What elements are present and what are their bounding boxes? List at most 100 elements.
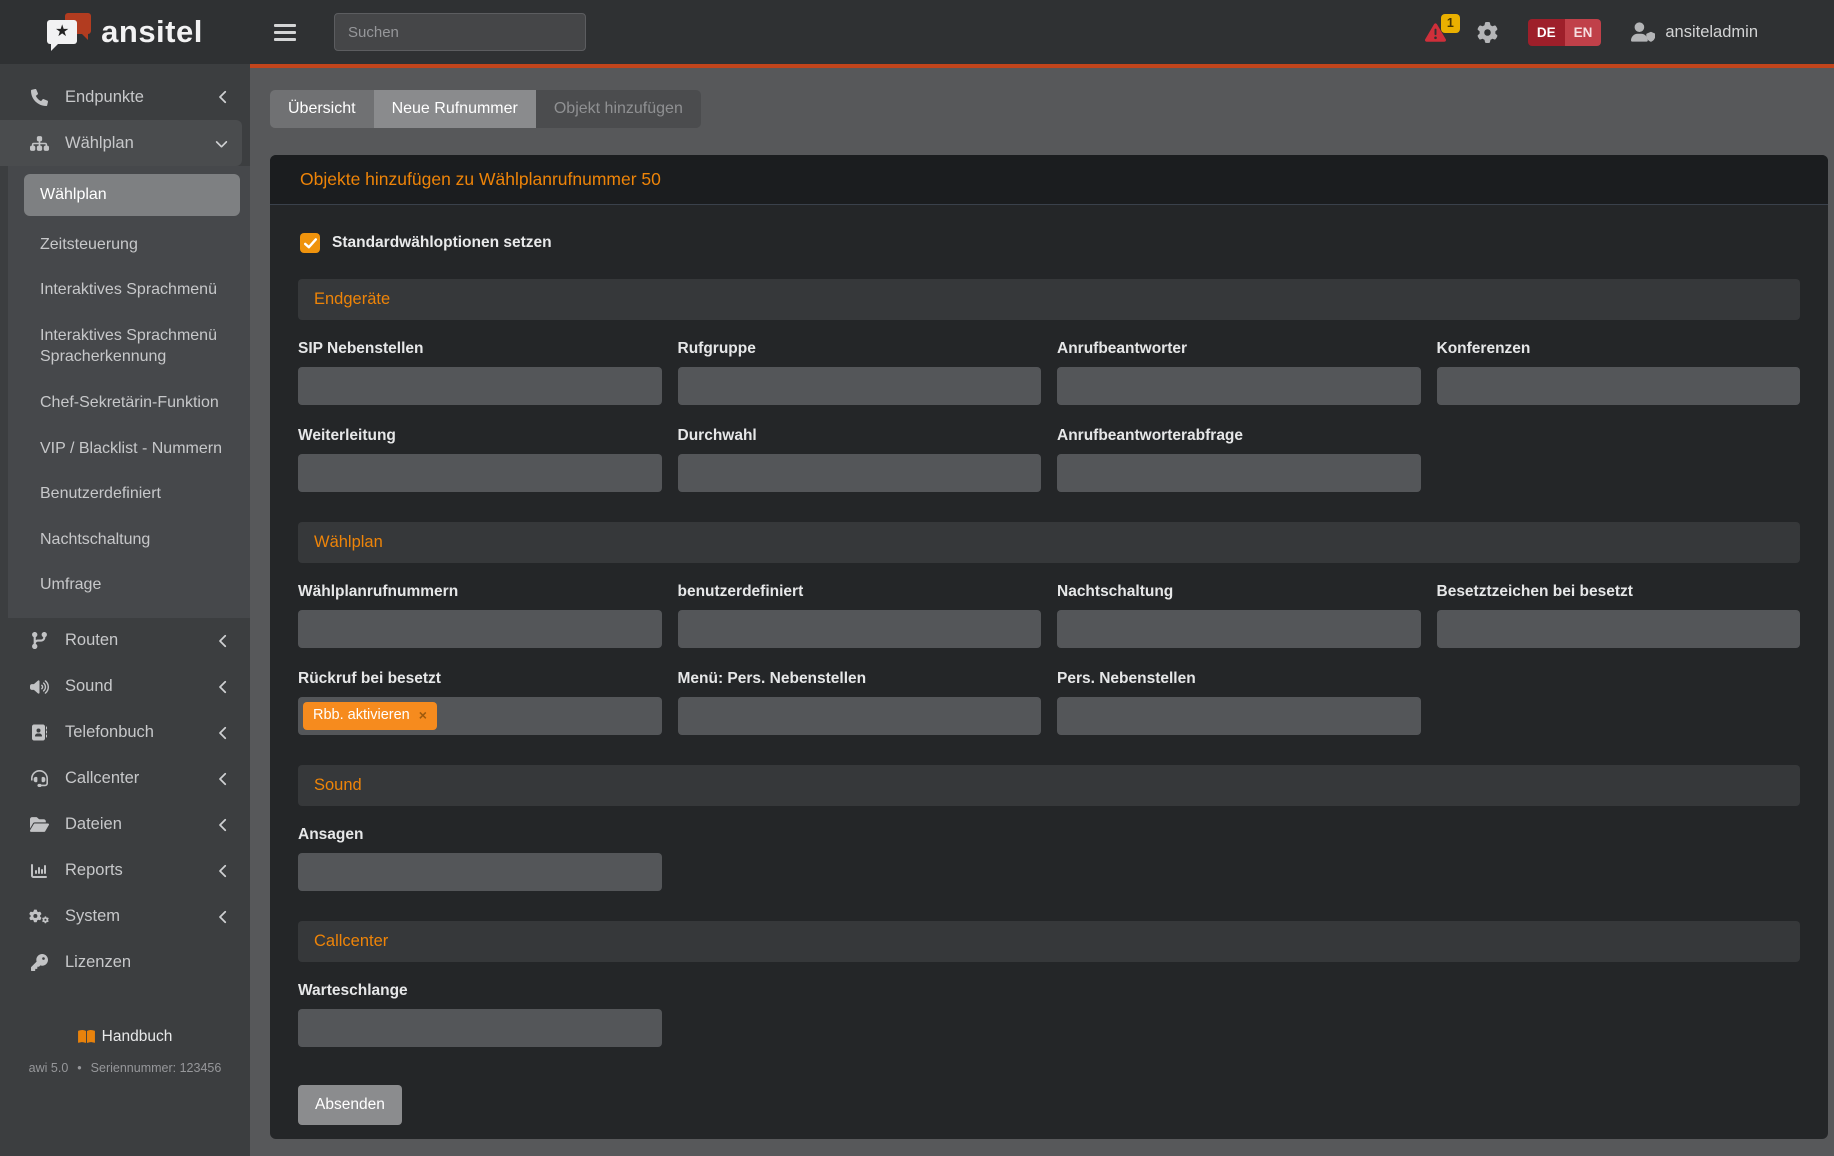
rueckruf-bei-besetzt-input[interactable]: Rbb. aktivieren × [298, 697, 662, 735]
submenu-item-vip-blacklist[interactable]: VIP / Blacklist - Nummern [8, 426, 250, 472]
sidebar-item-label: Callcenter [65, 769, 139, 788]
brand-name: ansitel [101, 14, 203, 50]
ansagen-input[interactable] [298, 853, 662, 891]
section-title-waehlplan: Wählplan [298, 522, 1800, 563]
sidebar-item-sound[interactable]: Sound [0, 664, 250, 710]
sidebar-item-lizenzen[interactable]: Lizenzen [0, 940, 250, 986]
nachtschaltung-input[interactable] [1057, 610, 1421, 648]
accent-divider [250, 64, 1834, 68]
benutzerdefiniert-input[interactable] [678, 610, 1042, 648]
submenu-item-benutzerdefiniert[interactable]: Benutzerdefiniert [8, 471, 250, 517]
sidebar-item-callcenter[interactable]: Callcenter [0, 756, 250, 802]
sidebar-item-waehlplan[interactable]: Wählplan [0, 120, 242, 166]
field-label: Anrufbeantworterabfrage [1057, 427, 1421, 445]
main-content: Übersicht Neue Rufnummer Objekt hinzufüg… [250, 68, 1834, 1156]
anrufbeantworterabfrage-input[interactable] [1057, 454, 1421, 492]
durchwahl-input[interactable] [678, 454, 1042, 492]
sidebar-item-endpunkte[interactable]: Endpunkte [0, 74, 250, 120]
field-label: Wählplanrufnummern [298, 583, 662, 601]
sidebar-item-label: Wählplan [65, 134, 134, 153]
field-label: Warteschlange [298, 982, 662, 1000]
phone-icon [28, 89, 50, 106]
anrufbeantworter-input[interactable] [1057, 367, 1421, 405]
tag-label: Rbb. aktivieren [313, 708, 410, 724]
sidebar-item-label: System [65, 907, 120, 926]
sidebar-item-routen[interactable]: Routen [0, 618, 250, 664]
tab-objekt-hinzufuegen[interactable]: Objekt hinzufügen [536, 90, 701, 128]
sidebar-item-label: Reports [65, 861, 123, 880]
gear-icon[interactable] [1477, 22, 1498, 43]
chevron-left-icon [219, 726, 228, 740]
weiterleitung-input[interactable] [298, 454, 662, 492]
selected-option-tag: Rbb. aktivieren × [303, 702, 437, 730]
lang-en-button[interactable]: EN [1565, 19, 1602, 46]
tab-uebersicht[interactable]: Übersicht [270, 90, 374, 128]
folder-open-icon [28, 816, 50, 833]
submenu-item-ivr-spracherkennung[interactable]: Interaktives Sprachmenü Spracherkennung [8, 313, 250, 380]
speaker-icon [28, 679, 50, 695]
sidebar-item-label: Endpunkte [65, 88, 144, 107]
absenden-button[interactable]: Absenden [298, 1085, 402, 1125]
section-title-sound: Sound [298, 765, 1800, 806]
form-panel: Objekte hinzufügen zu Wählplanrufnummer … [270, 155, 1828, 1139]
besetztzeichen-input[interactable] [1437, 610, 1801, 648]
chat-bubbles-star-icon: ★ [47, 11, 93, 53]
sidebar-item-system[interactable]: System [0, 894, 250, 940]
star-icon: ★ [55, 24, 69, 40]
bar-chart-icon [28, 863, 50, 879]
language-switch: DE EN [1528, 19, 1602, 46]
key-icon [28, 954, 50, 971]
tag-remove-icon[interactable]: × [419, 708, 427, 723]
alerts-button[interactable]: 1 [1424, 22, 1447, 43]
field-label: SIP Nebenstellen [298, 340, 662, 358]
warteschlange-input[interactable] [298, 1009, 662, 1047]
chevron-left-icon [219, 772, 228, 786]
submenu-item-zeitsteuerung[interactable]: Zeitsteuerung [8, 222, 250, 268]
search-input[interactable] [334, 13, 586, 51]
sidebar-footer: Handbuch awi 5.0 • Seriennummer: 123456 [0, 1028, 250, 1076]
chevron-left-icon [219, 864, 228, 878]
section-title-callcenter: Callcenter [298, 921, 1800, 962]
waehlplanrufnummern-input[interactable] [298, 610, 662, 648]
section-title-endgeraete: Endgeräte [298, 279, 1800, 320]
separator-dot: • [77, 1061, 81, 1075]
handbuch-label: Handbuch [102, 1028, 173, 1046]
panel-title: Objekte hinzufügen zu Wählplanrufnummer … [270, 155, 1828, 205]
version-label: awi 5.0 [29, 1061, 69, 1075]
submenu-item-umfrage[interactable]: Umfrage [8, 562, 250, 608]
brand-logo[interactable]: ★ ansitel [0, 11, 250, 53]
handbuch-link[interactable]: Handbuch [78, 1028, 173, 1046]
rufgruppe-input[interactable] [678, 367, 1042, 405]
field-label: Besetztzeichen bei besetzt [1437, 583, 1801, 601]
submenu-item-waehlplan[interactable]: Wählplan [24, 174, 240, 216]
sidebar-item-dateien[interactable]: Dateien [0, 802, 250, 848]
sidebar-item-reports[interactable]: Reports [0, 848, 250, 894]
lang-de-button[interactable]: DE [1528, 19, 1565, 46]
submenu-item-ivr[interactable]: Interaktives Sprachmenü [8, 267, 250, 313]
submenu-item-chef-sekretaerin[interactable]: Chef-Sekretärin-Funktion [8, 380, 250, 426]
field-label: Rückruf bei besetzt [298, 670, 662, 688]
sidebar-item-label: Sound [65, 677, 113, 696]
field-label: Durchwahl [678, 427, 1042, 445]
field-label: Menü: Pers. Nebenstellen [678, 670, 1042, 688]
hamburger-icon[interactable] [274, 20, 296, 45]
field-label: Pers. Nebenstellen [1057, 670, 1421, 688]
standard-options-checkbox[interactable] [300, 233, 320, 253]
field-label: Konferenzen [1437, 340, 1801, 358]
chevron-left-icon [219, 680, 228, 694]
sidebar-item-label: Dateien [65, 815, 122, 834]
sidebar-item-label: Lizenzen [65, 953, 131, 972]
sidebar-item-telefonbuch[interactable]: Telefonbuch [0, 710, 250, 756]
tab-bar: Übersicht Neue Rufnummer Objekt hinzufüg… [270, 90, 701, 128]
chevron-left-icon [219, 90, 228, 104]
check-icon [304, 238, 317, 249]
user-menu[interactable]: ansiteladmin [1631, 22, 1758, 42]
field-label: Nachtschaltung [1057, 583, 1421, 601]
konferenzen-input[interactable] [1437, 367, 1801, 405]
book-icon [78, 1029, 95, 1044]
pers-nebenstellen-input[interactable] [1057, 697, 1421, 735]
tab-neue-rufnummer[interactable]: Neue Rufnummer [374, 90, 536, 128]
sip-nebenstellen-input[interactable] [298, 367, 662, 405]
menue-pers-nebenstellen-input[interactable] [678, 697, 1042, 735]
submenu-item-nachtschaltung[interactable]: Nachtschaltung [8, 517, 250, 563]
